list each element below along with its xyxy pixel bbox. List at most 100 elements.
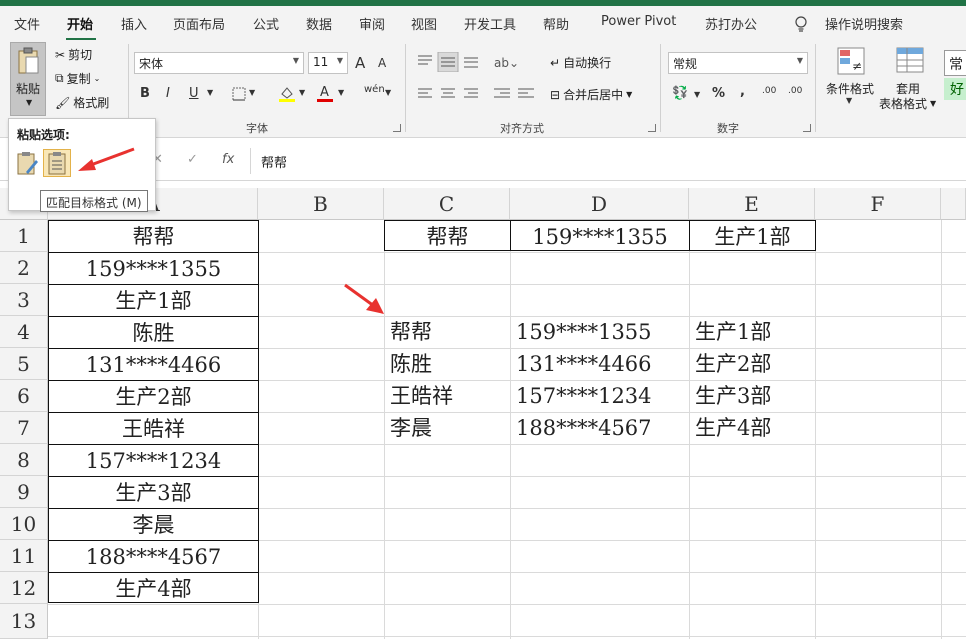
row-header-1[interactable]: 1 bbox=[0, 220, 48, 252]
cell-d5[interactable]: 131****4466 bbox=[510, 348, 689, 380]
wrap-text-button[interactable]: ↵ 自动换行 bbox=[550, 54, 611, 71]
row-header-5[interactable]: 5 bbox=[0, 348, 48, 380]
tab-review[interactable]: 审阅 bbox=[359, 14, 385, 33]
tab-view[interactable]: 视图 bbox=[411, 14, 437, 33]
cell-d7[interactable]: 188****4567 bbox=[510, 412, 689, 444]
cell-a9[interactable]: 生产3部 bbox=[48, 476, 259, 509]
accounting-format-icon[interactable]: 💱 bbox=[672, 86, 688, 101]
cell-e1[interactable]: 生产1部 bbox=[689, 220, 816, 251]
number-format-combo[interactable]: 常规 ▼ bbox=[668, 52, 808, 74]
percent-button[interactable]: % bbox=[712, 86, 725, 101]
row-header-6[interactable]: 6 bbox=[0, 380, 48, 412]
cell-e7[interactable]: 生产4部 bbox=[689, 412, 815, 444]
tab-developer[interactable]: 开发工具 bbox=[464, 14, 516, 33]
merge-center-button[interactable]: ⊟ 合并后居中 ▼ bbox=[550, 86, 632, 103]
font-size-combo[interactable]: 11 ▼ bbox=[308, 52, 348, 74]
font-color-icon[interactable]: A bbox=[316, 84, 334, 102]
cell-e4[interactable]: 生产1部 bbox=[689, 316, 815, 348]
underline-button[interactable]: U bbox=[189, 86, 199, 101]
tab-file[interactable]: 文件 bbox=[14, 14, 40, 33]
row-header-3[interactable]: 3 bbox=[0, 284, 48, 316]
column-header-c[interactable]: C bbox=[384, 188, 510, 220]
cell-a3[interactable]: 生产1部 bbox=[48, 284, 259, 317]
cell-a10[interactable]: 李晨 bbox=[48, 508, 259, 541]
tab-insert[interactable]: 插入 bbox=[121, 14, 147, 33]
cell-c6[interactable]: 王皓祥 bbox=[384, 380, 510, 412]
cell-c5[interactable]: 陈胜 bbox=[384, 348, 510, 380]
row-header-12[interactable]: 12 bbox=[0, 572, 48, 604]
row-header-11[interactable]: 11 bbox=[0, 540, 48, 572]
increase-decimal-button[interactable]: .00 bbox=[762, 86, 776, 96]
grow-font-button[interactable]: A bbox=[355, 54, 365, 72]
chevron-down-icon[interactable]: ▼ bbox=[338, 88, 344, 97]
chevron-down-icon[interactable]: ▼ bbox=[846, 96, 852, 105]
cell-a11[interactable]: 188****4567 bbox=[48, 540, 259, 573]
tab-page-layout[interactable]: 页面布局 bbox=[173, 14, 225, 33]
row-header-10[interactable]: 10 bbox=[0, 508, 48, 540]
bold-button[interactable]: B bbox=[140, 86, 150, 101]
paste-match-destination-option[interactable] bbox=[43, 149, 71, 177]
column-header-e[interactable]: E bbox=[689, 188, 815, 220]
row-header-7[interactable]: 7 bbox=[0, 412, 48, 444]
dialog-launcher-icon[interactable] bbox=[393, 124, 401, 132]
chevron-down-icon[interactable]: ▼ bbox=[299, 88, 305, 97]
italic-button[interactable]: I bbox=[166, 86, 170, 101]
row-header-2[interactable]: 2 bbox=[0, 252, 48, 284]
cell-c4[interactable]: 帮帮 bbox=[384, 316, 510, 348]
cell-a7[interactable]: 王皓祥 bbox=[48, 412, 259, 445]
row-header-4[interactable]: 4 bbox=[0, 316, 48, 348]
tab-formulas[interactable]: 公式 bbox=[253, 14, 279, 33]
cell-a4[interactable]: 陈胜 bbox=[48, 316, 259, 349]
function-icon[interactable]: fx bbox=[222, 152, 234, 167]
format-painter-button[interactable]: 🖌 格式刷 bbox=[55, 94, 109, 111]
column-header-b[interactable]: B bbox=[258, 188, 384, 220]
row-header-8[interactable]: 8 bbox=[0, 444, 48, 476]
row-header-13[interactable]: 13 bbox=[0, 604, 48, 639]
chevron-down-icon[interactable]: ▼ bbox=[694, 90, 700, 99]
phonetic-guide-button[interactable]: wén bbox=[364, 84, 385, 95]
cell-d4[interactable]: 159****1355 bbox=[510, 316, 689, 348]
dialog-launcher-icon[interactable] bbox=[648, 124, 656, 132]
cell-d6[interactable]: 157****1234 bbox=[510, 380, 689, 412]
tab-help[interactable]: 帮助 bbox=[543, 14, 569, 33]
tab-power-pivot[interactable]: Power Pivot bbox=[601, 14, 676, 29]
cell-a5[interactable]: 131****4466 bbox=[48, 348, 259, 381]
cell-c7[interactable]: 李晨 bbox=[384, 412, 510, 444]
copy-button[interactable]: ⧉ 复制 ⌄ bbox=[55, 70, 100, 87]
column-header-f[interactable]: F bbox=[815, 188, 941, 220]
decrease-decimal-button[interactable]: .00 bbox=[788, 86, 802, 96]
cell-a1[interactable]: 帮帮 bbox=[48, 220, 259, 253]
vertical-align-icons[interactable]: ab⌄ bbox=[416, 52, 526, 72]
check-icon[interactable]: ✓ bbox=[187, 152, 198, 167]
style-normal[interactable]: 常 bbox=[944, 50, 966, 76]
column-header-g[interactable] bbox=[941, 188, 966, 220]
row-header-9[interactable]: 9 bbox=[0, 476, 48, 508]
conditional-format-button[interactable]: 条件格式 bbox=[826, 80, 874, 97]
tell-me-search[interactable]: 操作说明搜索 bbox=[825, 14, 903, 33]
comma-button[interactable]: , bbox=[740, 84, 745, 99]
chevron-down-icon[interactable]: ▼ bbox=[207, 88, 213, 97]
tab-suda-office[interactable]: 苏打办公 bbox=[705, 14, 757, 33]
chevron-down-icon[interactable]: ▼ bbox=[26, 98, 32, 107]
cell-e6[interactable]: 生产3部 bbox=[689, 380, 815, 412]
chevron-down-icon[interactable]: ▼ bbox=[385, 88, 391, 97]
column-header-d[interactable]: D bbox=[510, 188, 689, 220]
tab-home[interactable]: 开始 bbox=[67, 14, 93, 33]
cell-a12[interactable]: 生产4部 bbox=[48, 572, 259, 603]
horizontal-align-icons[interactable] bbox=[416, 86, 542, 102]
paste-keep-source-option[interactable] bbox=[13, 149, 41, 177]
formula-input[interactable]: 帮帮 bbox=[250, 148, 966, 174]
cut-button[interactable]: ✂ 剪切 bbox=[55, 46, 92, 63]
chevron-down-icon[interactable]: ▼ bbox=[249, 88, 255, 97]
shrink-font-button[interactable]: A bbox=[378, 56, 386, 70]
cell-a2[interactable]: 159****1355 bbox=[48, 252, 259, 285]
cell-e5[interactable]: 生产2部 bbox=[689, 348, 815, 380]
border-icon[interactable] bbox=[232, 87, 246, 101]
format-as-table-button[interactable]: 表格格式 ▼ bbox=[879, 95, 936, 112]
cell-d1[interactable]: 159****1355 bbox=[510, 220, 690, 251]
cell-a6[interactable]: 生产2部 bbox=[48, 380, 259, 413]
font-name-combo[interactable]: 宋体 ▼ bbox=[134, 52, 304, 74]
fill-color-icon[interactable] bbox=[278, 84, 296, 102]
style-good[interactable]: 好 bbox=[944, 78, 966, 100]
dialog-launcher-icon[interactable] bbox=[803, 124, 811, 132]
